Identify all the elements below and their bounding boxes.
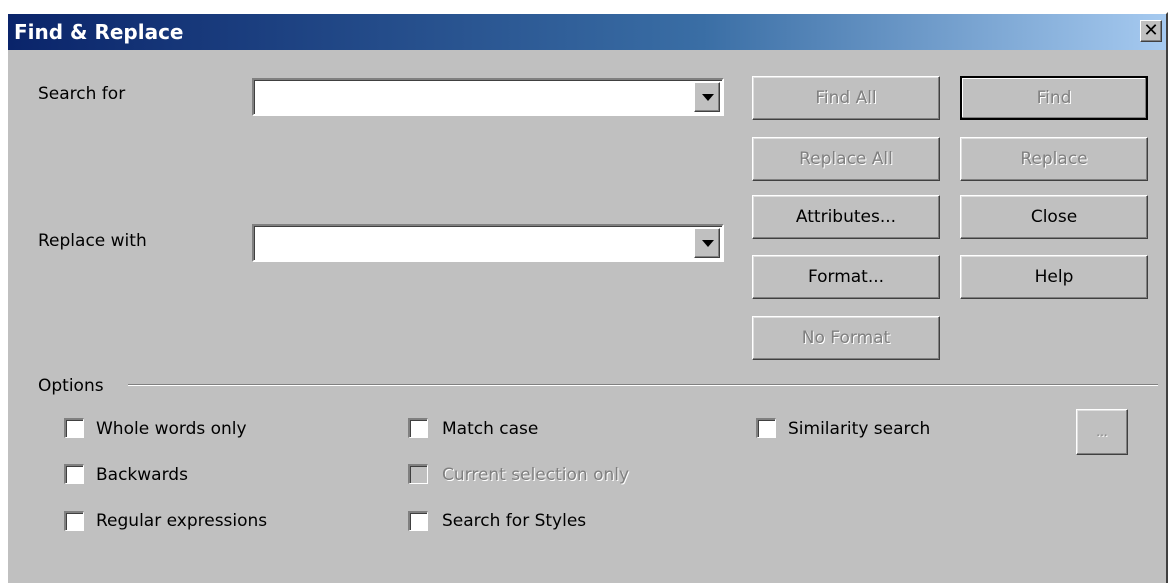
find-all-button[interactable]: Find All: [752, 76, 940, 120]
help-button[interactable]: Help: [960, 255, 1148, 299]
similarity-settings-button[interactable]: ...: [1076, 409, 1128, 455]
match-case-label[interactable]: Match case: [442, 419, 538, 439]
current-selection-label[interactable]: Current selection only: [442, 465, 629, 485]
whole-words-checkbox[interactable]: [64, 418, 84, 438]
whole-words-label[interactable]: Whole words only: [96, 419, 247, 439]
similarity-search-label[interactable]: Similarity search: [788, 419, 930, 439]
title-bar[interactable]: Find & Replace ✕: [8, 14, 1166, 50]
no-format-button[interactable]: No Format: [752, 316, 940, 360]
window-title: Find & Replace: [14, 20, 184, 44]
regex-checkbox[interactable]: [64, 511, 84, 531]
chevron-down-icon[interactable]: [694, 82, 720, 112]
close-icon[interactable]: ✕: [1140, 20, 1162, 42]
find-replace-dialog: Find & Replace ✕ Search for Replace with…: [6, 12, 1168, 583]
search-styles-checkbox[interactable]: [408, 511, 428, 531]
search-combobox[interactable]: [252, 78, 724, 116]
attributes-button[interactable]: Attributes...: [752, 195, 940, 239]
match-case-checkbox[interactable]: [408, 418, 428, 438]
current-selection-checkbox[interactable]: [408, 464, 428, 484]
replace-with-label: Replace with: [38, 231, 147, 251]
replace-button[interactable]: Replace: [960, 137, 1148, 181]
options-heading: Options: [38, 376, 104, 396]
regex-label[interactable]: Regular expressions: [96, 511, 267, 531]
similarity-search-checkbox[interactable]: [756, 418, 776, 438]
replace-combobox[interactable]: [252, 224, 724, 262]
search-input[interactable]: [257, 82, 691, 114]
options-divider: [128, 384, 1158, 386]
close-button[interactable]: Close: [960, 195, 1148, 239]
chevron-down-icon[interactable]: [694, 228, 720, 258]
replace-all-button[interactable]: Replace All: [752, 137, 940, 181]
find-button[interactable]: Find: [960, 76, 1148, 120]
replace-input[interactable]: [257, 228, 691, 260]
backwards-label[interactable]: Backwards: [96, 465, 188, 485]
format-button[interactable]: Format...: [752, 255, 940, 299]
search-for-label: Search for: [38, 84, 126, 104]
backwards-checkbox[interactable]: [64, 464, 84, 484]
search-styles-label[interactable]: Search for Styles: [442, 511, 586, 531]
